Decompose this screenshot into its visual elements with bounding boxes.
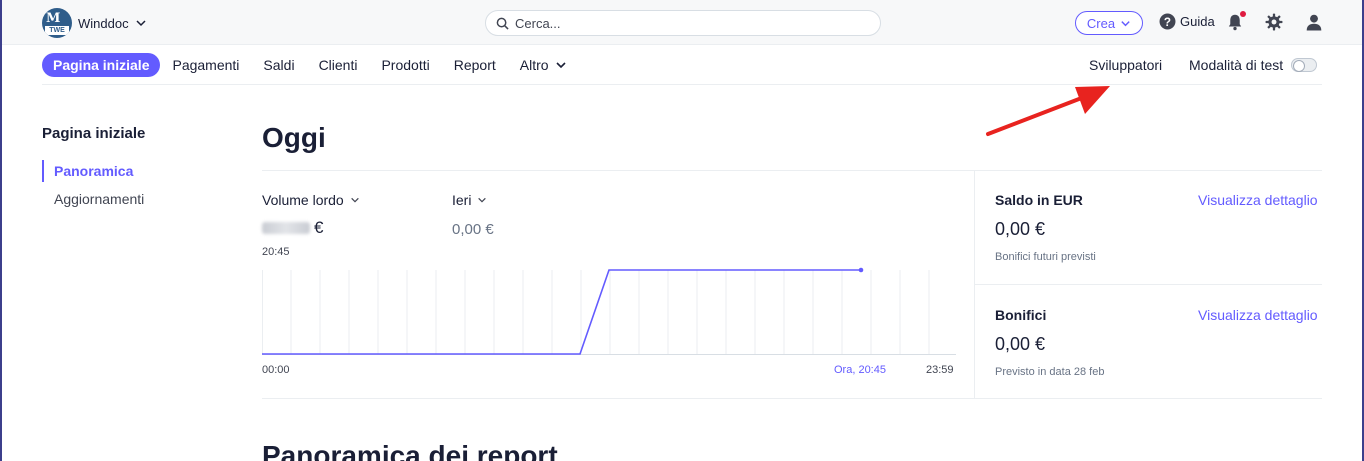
payouts-value: 0,00 € [995, 334, 1046, 354]
reports-overview-title: Panoramica dei report [262, 440, 558, 461]
nav-item-payments[interactable]: Pagamenti [160, 53, 251, 77]
chevron-down-icon [136, 20, 146, 27]
current-time: 20:45 [262, 246, 290, 258]
svg-text:?: ? [1164, 16, 1171, 29]
nav-item-home[interactable]: Pagina iniziale [42, 53, 161, 77]
gross-volume-label: Volume lordo [262, 192, 344, 208]
account-name: Winddoc [78, 15, 129, 31]
yesterday-value: 0,00 € [452, 221, 494, 238]
nav-item-reports[interactable]: Report [442, 53, 508, 77]
nav-item-products[interactable]: Prodotti [369, 53, 441, 77]
create-button[interactable]: Crea [1075, 11, 1143, 35]
window-frame-left [0, 0, 2, 461]
balance-subtitle: Bonifici futuri previsti [995, 251, 1096, 263]
help-icon: ? [1159, 13, 1176, 30]
nav-item-balances[interactable]: Saldi [251, 53, 306, 77]
profile-button[interactable] [1305, 13, 1325, 33]
balance-details-link[interactable]: Visualizza dettaglio [1198, 192, 1318, 208]
top-bar: MTWE Winddoc Crea ? Guida [2, 0, 1362, 45]
gross-volume-selector[interactable]: Volume lordo [262, 192, 360, 208]
section-bottom-divider [262, 398, 1322, 399]
developers-link[interactable]: Sviluppatori [1089, 57, 1162, 73]
nav-item-customers[interactable]: Clienti [307, 53, 370, 77]
chevron-down-icon [1121, 20, 1130, 26]
axis-now-label: Ora, 20:45 [834, 364, 886, 376]
help-label: Guida [1180, 14, 1215, 29]
section-divider [262, 170, 1322, 171]
sidebar-item-overview[interactable]: Panoramica [42, 160, 133, 182]
test-mode-toggle[interactable] [1291, 58, 1318, 72]
volume-line [262, 269, 861, 355]
axis-end-label: 23:59 [926, 364, 954, 376]
main-nav: Pagina iniziale Pagamenti Saldi Clienti … [42, 53, 579, 77]
create-label: Crea [1086, 15, 1116, 31]
gross-volume-value: € [262, 218, 323, 238]
test-mode-label: Modalità di test [1189, 57, 1284, 73]
compare-period-selector[interactable]: Ieri [452, 192, 487, 208]
balance-panel-title: Saldo in EUR [995, 192, 1083, 208]
axis-start-label: 00:00 [262, 364, 290, 376]
notifications-button[interactable] [1226, 11, 1246, 33]
account-switcher[interactable]: M TWE Winddoc [42, 8, 147, 38]
test-mode-control: Modalità di test [1189, 57, 1318, 73]
annotation-arrow [986, 86, 1110, 136]
payouts-details-link[interactable]: Visualizza dettaglio [1198, 307, 1318, 323]
sidebar-title: Pagina iniziale [42, 125, 146, 142]
help-button[interactable]: ? Guida [1159, 13, 1215, 30]
volume-current-point [858, 267, 864, 273]
volume-chart [262, 267, 956, 355]
balance-value: 0,00 € [995, 219, 1046, 239]
user-icon [1306, 14, 1322, 31]
chevron-down-icon [555, 62, 566, 69]
compare-period-label: Ieri [452, 192, 472, 208]
payouts-subtitle: Previsto in data 28 feb [995, 366, 1105, 378]
nav-item-more[interactable]: Altro [508, 53, 579, 77]
page-title: Oggi [262, 122, 326, 153]
gear-icon [1265, 13, 1283, 31]
nav-divider [42, 84, 1322, 85]
payouts-panel-title: Bonifici [995, 307, 1047, 323]
chart-gridlines [262, 270, 930, 354]
settings-button[interactable] [1265, 13, 1285, 33]
search-icon [496, 17, 509, 30]
notification-badge [1240, 11, 1246, 17]
search-bar[interactable] [485, 10, 881, 36]
sidebar-item-updates[interactable]: Aggiornamenti [42, 188, 144, 210]
panel-divider [975, 284, 1322, 285]
redacted-amount [262, 222, 310, 234]
chevron-down-icon [350, 197, 359, 203]
account-logo: M TWE [42, 8, 72, 38]
currency-symbol: € [314, 218, 324, 237]
chevron-down-icon [478, 197, 487, 203]
search-input[interactable] [515, 15, 855, 31]
nav-more-label: Altro [519, 57, 549, 73]
